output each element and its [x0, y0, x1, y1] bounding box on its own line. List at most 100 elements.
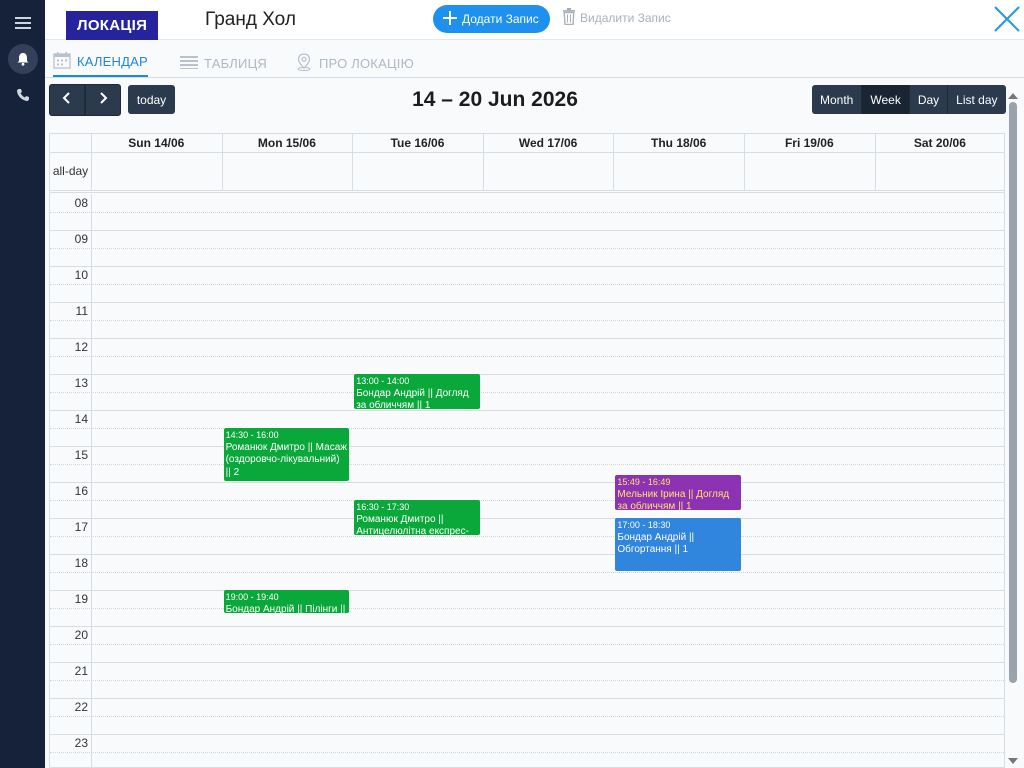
event-title: Романюк Дмитро || Антицелюлітна експрес-: [356, 513, 469, 536]
hour-label: 12: [74, 340, 88, 354]
hour-line: [50, 212, 1004, 213]
hour-line: [50, 320, 1004, 321]
scrollbar[interactable]: [1006, 93, 1019, 768]
hour-line: [50, 338, 1004, 339]
today-button[interactable]: today: [128, 85, 175, 114]
add-record-label: Додати Запис: [462, 12, 539, 26]
event-time: 17:00 - 18:30: [617, 520, 671, 530]
calendar-event[interactable]: 19:00 - 19:40 Бондар Андрій || Пілінги ||: [223, 590, 350, 614]
event-time: 19:00 - 19:40: [225, 592, 279, 602]
hour-line: [50, 626, 1004, 627]
view-month-button[interactable]: Month: [812, 85, 863, 114]
hour-line: [50, 698, 1004, 699]
side-rail: [0, 0, 45, 768]
delete-record-button[interactable]: Видалити Запис: [562, 8, 671, 28]
column-divider: [613, 134, 615, 190]
week-grid: all-day Sun 14/06 Mon 15/06 Tue 16/06 Wed 1…: [49, 133, 1005, 768]
location-name: Гранд Хол: [205, 9, 296, 30]
tab-about-location-label: ПРО ЛОКАЦІЮ: [319, 56, 414, 71]
hamburger-menu-icon[interactable]: [8, 8, 38, 38]
hour-line: [50, 752, 1004, 753]
hour-label: 20: [74, 628, 88, 642]
calendar-event[interactable]: 13:00 - 14:00 Бондар Андрій || Догляд за …: [354, 374, 480, 409]
all-day-label: all-day: [52, 164, 89, 178]
add-record-button[interactable]: Додати Запис: [433, 5, 550, 33]
column-divider: [91, 134, 92, 190]
calendar-area: today 14 – 20 Jun 2026 Month Week Day Li…: [45, 78, 1024, 768]
scroll-down-arrow-icon[interactable]: [1008, 758, 1018, 764]
hour-line: [50, 410, 1004, 411]
event-title: Романюк Дмитро || Масаж (оздоровчо-лікув…: [225, 441, 347, 478]
hour-line: [50, 302, 1004, 303]
close-icon[interactable]: [992, 4, 1022, 34]
hour-line: [50, 464, 1004, 465]
event-title: Бондар Андрій || Обгортання || 1: [617, 531, 695, 556]
hour-line: [50, 392, 1004, 393]
tab-bar: КАЛЕНДАР ТАБЛИЦЯ ПРО ЛОКАЦІЮ: [45, 40, 1024, 78]
hour-line: [50, 554, 1004, 555]
column-divider: [874, 134, 876, 190]
view-switcher: Month Week Day List day: [812, 85, 1006, 114]
calendar-icon: [53, 51, 71, 72]
view-list-day-button[interactable]: List day: [948, 85, 1006, 114]
column-divider: [221, 134, 223, 190]
day-header: Tue 16/06: [390, 136, 445, 150]
bell-icon[interactable]: [8, 44, 38, 74]
prev-week-button[interactable]: [49, 84, 85, 116]
hour-line: [50, 680, 1004, 681]
column-divider: [744, 134, 745, 190]
tab-table[interactable]: ТАБЛИЦЯ: [180, 50, 267, 77]
allday-divider-2: [50, 192, 1004, 193]
chevron-left-icon: [62, 91, 72, 109]
delete-record-label: Видалити Запис: [580, 11, 671, 25]
hour-line: [50, 284, 1004, 285]
event-title: Мельник Ірина || Догляд за обличчям || 1: [617, 488, 730, 511]
hour-line: [50, 590, 1004, 591]
day-header: Sat 20/06: [913, 136, 966, 150]
scroll-thumb[interactable]: [1009, 102, 1017, 683]
location-badge: ЛОКАЦІЯ: [66, 11, 159, 40]
date-range-title: 14 – 20 Jun 2026: [412, 88, 578, 111]
header-divider: [50, 152, 1004, 153]
hour-line: [50, 356, 1004, 357]
hour-line: [50, 518, 1004, 519]
calendar-event[interactable]: 14:30 - 16:00 Романюк Дмитро || Масаж (оз…: [223, 428, 350, 481]
calendar-event[interactable]: 17:00 - 18:30 Бондар Андрій || Обгортання…: [615, 518, 741, 571]
hour-label: 22: [74, 700, 88, 714]
event-title: Бондар Андрій || Пілінги ||: [225, 603, 346, 614]
hour-label: 09: [74, 232, 88, 246]
view-week-button[interactable]: Week: [862, 85, 910, 114]
hour-line: [50, 482, 1004, 483]
hour-label: 15: [74, 448, 88, 462]
tab-calendar[interactable]: КАЛЕНДАР: [53, 50, 148, 77]
calendar-event[interactable]: 16:30 - 17:30 Романюк Дмитро || Антицелюл…: [354, 500, 480, 535]
hour-line: [50, 644, 1004, 645]
event-time: 16:30 - 17:30: [356, 502, 410, 512]
hour-line: [50, 716, 1004, 717]
event-title: Бондар Андрій || Догляд за обличчям || 1: [356, 387, 469, 410]
phone-icon[interactable]: [8, 80, 38, 110]
calendar-event[interactable]: 15:49 - 16:49 Мельник Ірина || Догляд за …: [615, 475, 741, 511]
hour-label: 18: [74, 556, 88, 570]
scroll-up-arrow-icon[interactable]: [1008, 93, 1018, 99]
trash-icon: [562, 8, 576, 28]
hour-label: 21: [74, 664, 88, 678]
hour-label: 19: [74, 592, 88, 606]
day-header: Wed 17/06: [518, 136, 578, 150]
hour-label: 10: [74, 268, 88, 282]
column-divider: [482, 134, 484, 190]
hour-line: [50, 536, 1004, 537]
event-time: 13:00 - 14:00: [356, 376, 410, 386]
hour-label: 17: [74, 520, 88, 534]
hour-line: [50, 662, 1004, 663]
chevron-right-icon: [98, 91, 108, 109]
view-day-button[interactable]: Day: [909, 85, 949, 114]
next-week-button[interactable]: [85, 84, 121, 116]
tab-about-location[interactable]: ПРО ЛОКАЦІЮ: [295, 50, 414, 77]
tab-table-label: ТАБЛИЦЯ: [204, 56, 267, 71]
event-time: 15:49 - 16:49: [617, 477, 671, 488]
day-header: Sun 14/06: [128, 136, 185, 150]
hour-label: 11: [75, 304, 88, 318]
time-gutter-divider: [91, 194, 92, 767]
hour-line: [50, 266, 1004, 267]
